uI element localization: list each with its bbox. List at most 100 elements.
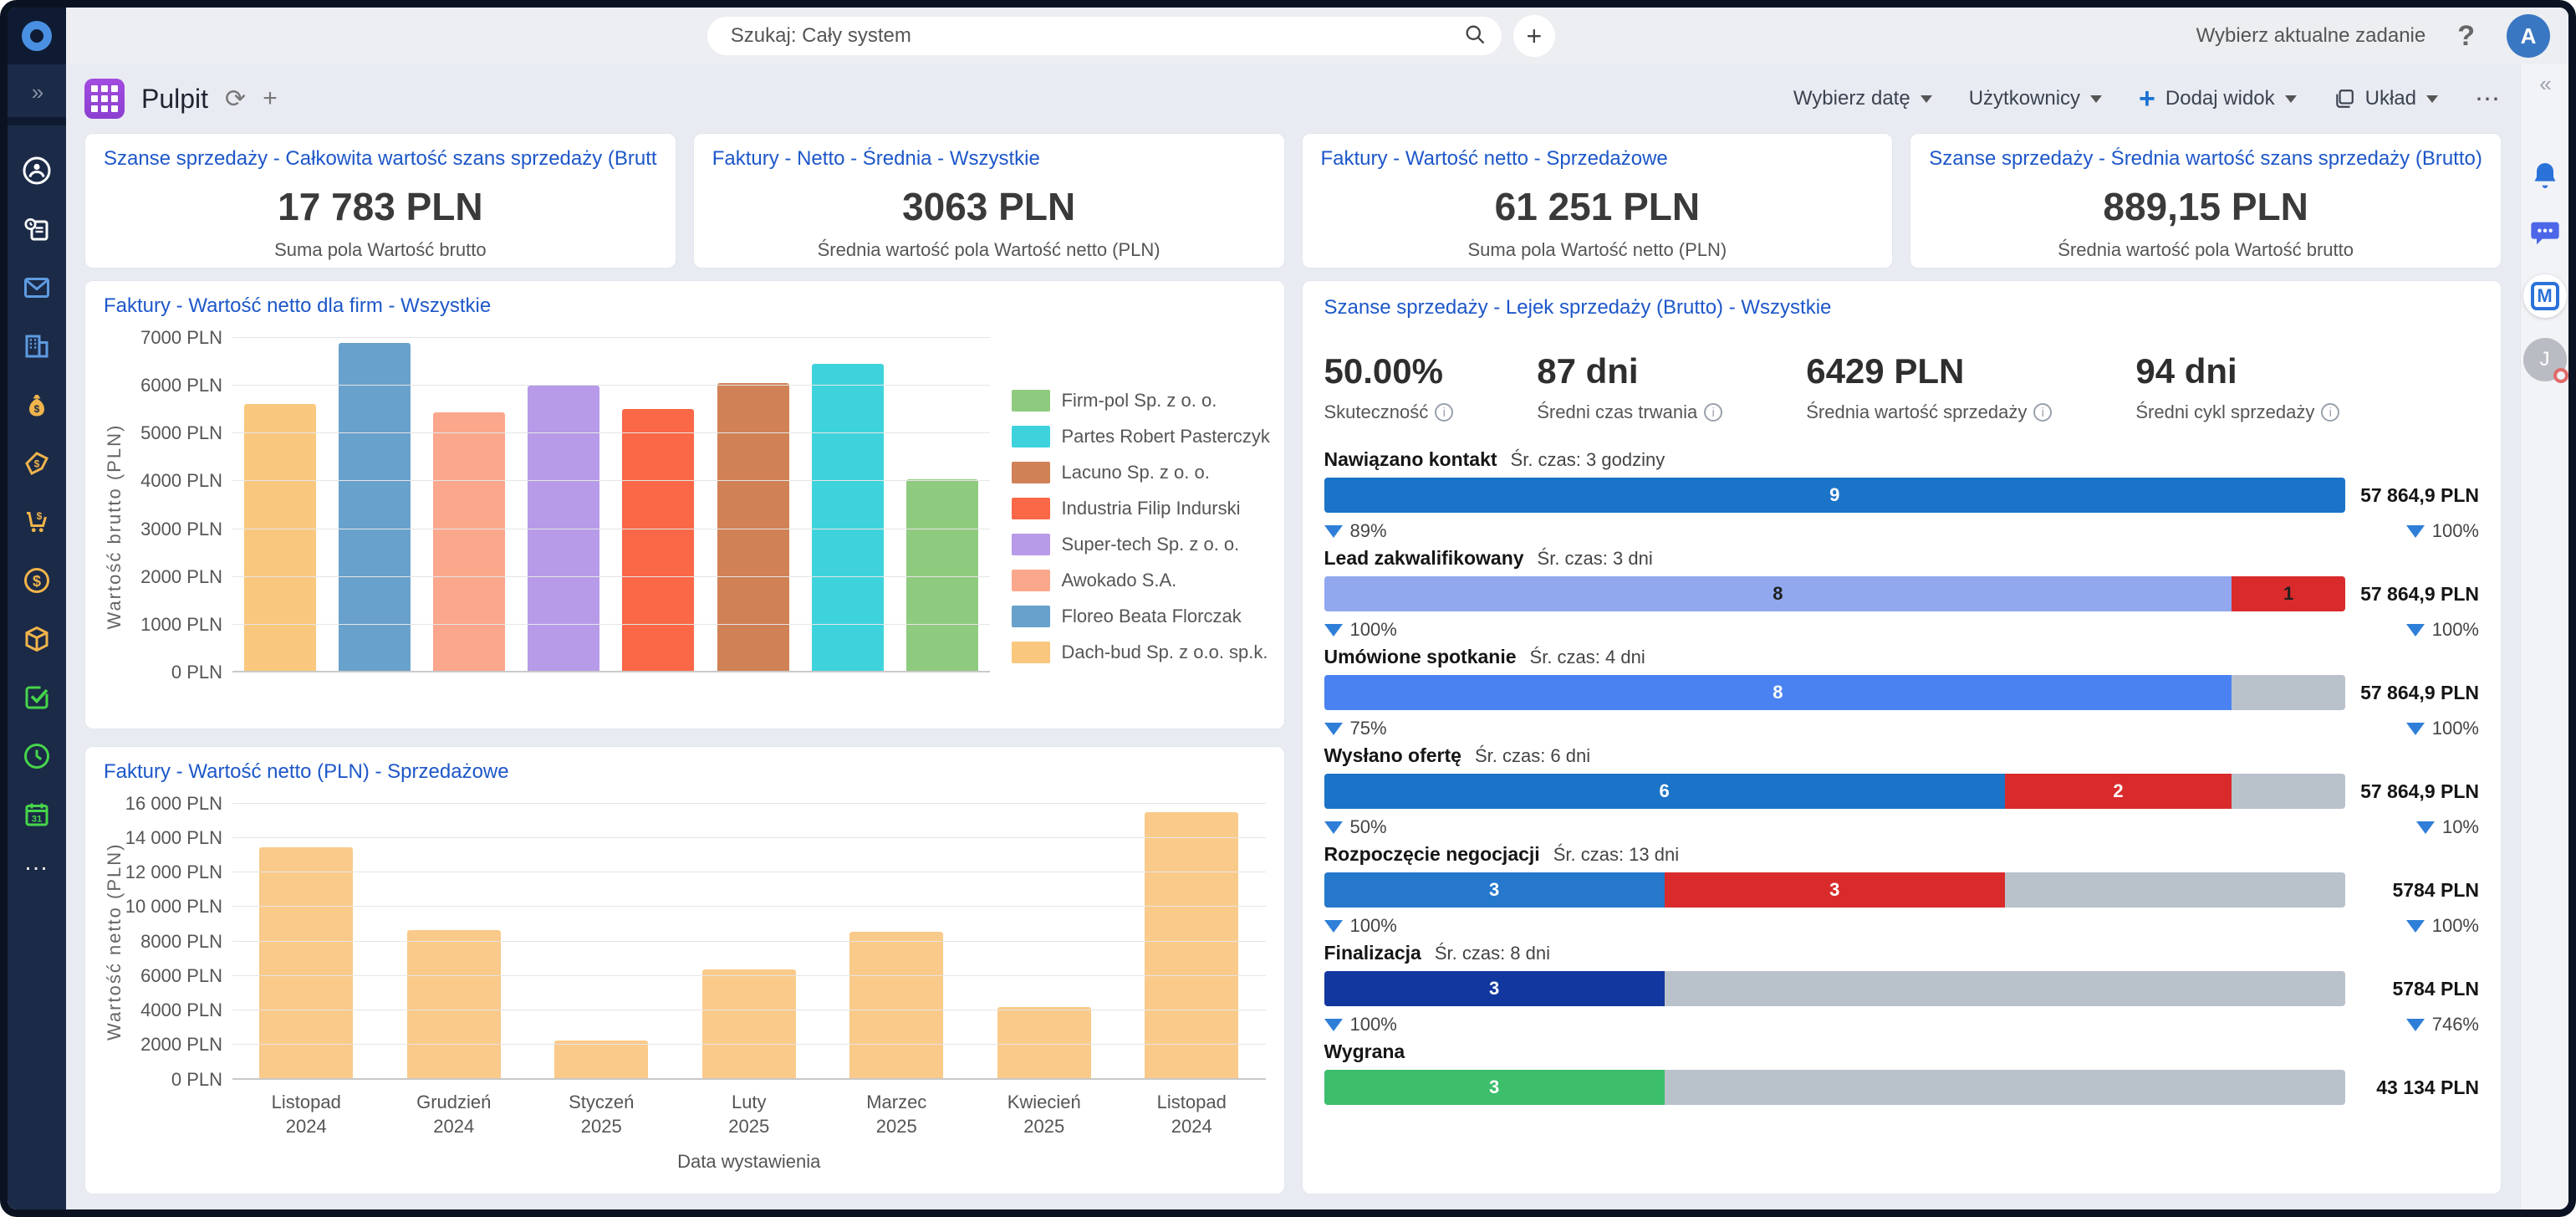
tasks-icon[interactable]	[22, 683, 52, 713]
kpi-subtitle: Suma pola Wartość brutto	[104, 239, 657, 261]
rail-collapse-icon[interactable]: «	[2539, 71, 2549, 97]
bar-slot	[232, 338, 327, 672]
chart-title[interactable]: Faktury - Wartość netto (PLN) - Sprzedaż…	[104, 760, 1266, 784]
kpi-card-title[interactable]: Szanse sprzedaży - Średnia wartość szans…	[1929, 147, 2482, 171]
layout-button[interactable]: Układ	[2334, 87, 2438, 110]
legend-item[interactable]: Industria Filip Indurski	[1012, 498, 1266, 519]
deals-icon[interactable]: $	[22, 390, 52, 420]
stage-bar-track: 9	[1324, 478, 2346, 513]
y-axis-tick: 4000 PLN	[140, 470, 222, 492]
sales-funnel-card: Szanse sprzedaży - Lejek sprzedaży (Brut…	[1302, 280, 2502, 1194]
mail-icon[interactable]	[22, 273, 52, 303]
y-axis-tick: 3000 PLN	[140, 519, 222, 540]
search-input[interactable]	[731, 24, 1463, 48]
legend-item[interactable]: Floreo Beata Florczak	[1012, 606, 1266, 627]
legend-item[interactable]: Partes Robert Pasterczyk	[1012, 426, 1266, 447]
legend-item[interactable]: Dach-bud Sp. z o.o. sp.k.	[1012, 642, 1266, 663]
bar[interactable]	[1145, 812, 1238, 1080]
user-avatar[interactable]: A	[2507, 14, 2550, 58]
stage-bar-segment[interactable]: 3	[1324, 971, 1665, 1006]
bar[interactable]	[554, 1041, 648, 1080]
quick-add-button[interactable]: +	[1513, 15, 1555, 57]
legend-item[interactable]: Firm-pol Sp. z o. o.	[1012, 390, 1266, 412]
info-icon[interactable]: i	[2321, 403, 2339, 422]
sidebar: » $ $ $ $ 31 …	[8, 8, 66, 1209]
triangle-down-icon	[1324, 821, 1343, 834]
stage-bar-segment[interactable]: 8	[1324, 675, 2232, 710]
secondary-avatar[interactable]: J	[2523, 338, 2567, 381]
add-widget-icon[interactable]: +	[263, 84, 278, 113]
gridline	[232, 385, 990, 386]
sidebar-expand-icon[interactable]: »	[32, 79, 42, 105]
stage-conversions: 89%100%	[1324, 519, 2480, 544]
add-view-button[interactable]: +Dodaj widok	[2139, 87, 2297, 110]
stage-name: Finalizacja	[1324, 942, 1421, 964]
bar[interactable]	[433, 412, 505, 672]
refresh-icon[interactable]: ⟳	[225, 84, 246, 114]
stage-value: 5784 PLN	[2345, 879, 2479, 902]
kpi-card-title[interactable]: Faktury - Wartość netto - Sprzedażowe	[1321, 147, 1875, 171]
stage-bar-segment[interactable]: 8	[1324, 576, 2232, 611]
stage-avg-time: Śr. czas: 8 dni	[1435, 943, 1550, 964]
stage-bar-segment[interactable]: 3	[1324, 872, 1665, 908]
orders-icon[interactable]: $	[22, 507, 52, 537]
help-icon[interactable]: ?	[2457, 20, 2475, 53]
plot-area	[232, 338, 990, 672]
current-task-selector[interactable]: Wybierz aktualne zadanie	[2196, 24, 2426, 48]
x-axis-tick: Marzec2025	[823, 1090, 971, 1139]
app-shortcut-icon[interactable]: M	[2523, 274, 2567, 318]
products-icon[interactable]	[22, 624, 52, 654]
bar[interactable]	[407, 930, 501, 1080]
stage-bar-segment[interactable]: 3	[1324, 1070, 1665, 1105]
chart-title[interactable]: Szanse sprzedaży - Lejek sprzedaży (Brut…	[1324, 296, 2480, 320]
stage-bar-row: 8157 864,9 PLN	[1324, 576, 2480, 611]
conversion-marker: 10%	[2416, 816, 2479, 838]
more-options-icon[interactable]: ⋯	[2475, 84, 2502, 114]
stage-bar-segment[interactable]: 2	[2005, 774, 2232, 809]
activities-icon[interactable]	[22, 214, 52, 244]
chat-icon[interactable]	[2528, 217, 2562, 254]
users-filter[interactable]: Użytkownicy	[1969, 87, 2102, 110]
legend-swatch	[1012, 498, 1050, 519]
notifications-icon[interactable]	[2528, 159, 2562, 197]
stage-bar-segment[interactable]: 6	[1324, 774, 2005, 809]
finance-icon[interactable]: $	[22, 565, 52, 596]
search-icon[interactable]	[1463, 23, 1487, 50]
app-logo[interactable]	[8, 8, 66, 64]
legend-item[interactable]: Lacuno Sp. z o. o.	[1012, 462, 1266, 483]
bar[interactable]	[812, 364, 884, 672]
legend-swatch	[1012, 570, 1050, 591]
date-filter[interactable]: Wybierz datę	[1793, 87, 1932, 110]
stage-conversions: 100%100%	[1324, 913, 2480, 938]
legend-item[interactable]: Super-tech Sp. z o. o.	[1012, 534, 1266, 555]
contacts-icon[interactable]	[22, 156, 52, 186]
bar[interactable]	[244, 404, 316, 672]
topbar-right: Wybierz aktualne zadanie ? A	[2196, 14, 2557, 58]
chart-title[interactable]: Faktury - Wartość netto dla firm - Wszys…	[104, 294, 1266, 318]
companies-icon[interactable]	[22, 331, 52, 361]
offers-icon[interactable]: $	[22, 448, 52, 478]
calendar-icon[interactable]: 31	[22, 800, 52, 830]
info-icon[interactable]: i	[1704, 403, 1722, 422]
bar[interactable]	[702, 969, 796, 1080]
bar[interactable]	[997, 1007, 1091, 1080]
time-icon[interactable]	[22, 741, 52, 771]
info-icon[interactable]: i	[2033, 403, 2052, 422]
legend-item[interactable]: Awokado S.A.	[1012, 570, 1266, 591]
sidebar-more-icon[interactable]: …	[23, 858, 50, 867]
bar-slot	[327, 338, 421, 672]
topbar: + Wybierz aktualne zadanie ? A	[66, 8, 2568, 64]
info-icon[interactable]: i	[1435, 403, 1453, 422]
bar[interactable]	[622, 409, 694, 672]
bar[interactable]	[849, 932, 943, 1080]
kpi-card-title[interactable]: Szanse sprzedaży - Całkowita wartość sza…	[104, 147, 657, 171]
conversion-marker: 100%	[2406, 619, 2479, 641]
x-axis-label: Data wystawienia	[232, 1151, 1266, 1173]
monthly-bar-chart-card: Faktury - Wartość netto (PLN) - Sprzedaż…	[84, 746, 1285, 1195]
kpi-card-title[interactable]: Faktury - Netto - Średnia - Wszystkie	[712, 147, 1266, 171]
stage-bar-segment[interactable]: 1	[2232, 576, 2345, 611]
global-search[interactable]	[707, 17, 1502, 55]
dashboard-grid-icon[interactable]	[84, 79, 125, 119]
stage-bar-segment[interactable]: 3	[1665, 872, 2005, 908]
stage-bar-segment[interactable]: 9	[1324, 478, 2346, 513]
